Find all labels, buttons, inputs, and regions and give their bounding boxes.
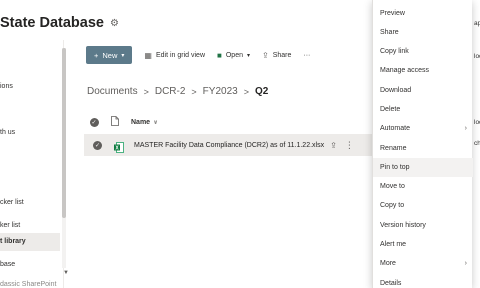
breadcrumb-item[interactable]: Documents: [87, 86, 138, 97]
menu-item-automate-label: Automate: [380, 125, 410, 132]
table-row[interactable]: ✓ X MASTER Facility Data Compliance (DCR…: [84, 134, 384, 156]
plus-icon: +: [94, 50, 99, 60]
breadcrumb: Documents > DCR-2 > FY2023 > Q2: [87, 86, 268, 97]
row-selected-checkbox[interactable]: ✓: [93, 140, 102, 150]
nav-item[interactable]: cker list: [0, 194, 60, 212]
menu-item-version-history[interactable]: Version history: [373, 216, 473, 235]
menu-item-pin-to-top[interactable]: Pin to top: [373, 158, 473, 177]
menu-item-copy-to[interactable]: Copy to: [373, 196, 473, 215]
cut-off-text: loc: [474, 53, 480, 60]
table-header: ✓ Name ∨: [87, 114, 387, 130]
menu-item-download[interactable]: Download: [373, 81, 473, 100]
scroll-down-icon[interactable]: ▼: [63, 270, 69, 276]
more-commands-button[interactable]: ···: [303, 52, 310, 59]
chevron-down-icon: ∨: [153, 119, 158, 126]
site-settings-icon[interactable]: ⚙: [110, 18, 119, 29]
menu-item-delete[interactable]: Delete: [373, 100, 473, 119]
more-icon: ···: [303, 51, 311, 59]
nav-item[interactable]: base: [0, 256, 60, 274]
open-label: Open: [225, 51, 243, 59]
more-vertical-icon[interactable]: ⋮: [345, 140, 354, 151]
cut-off-text: ch: [474, 140, 480, 147]
menu-item-rename[interactable]: Rename: [373, 139, 473, 158]
nav-item[interactable]: dassic SharePoint: [0, 276, 60, 288]
new-button-label: New: [102, 50, 118, 60]
command-bar: + New ▾ ▦ Edit in grid view ■ Open ▾ ⇪ S…: [86, 45, 310, 65]
file-name[interactable]: MASTER Facility Data Compliance (DCR2) a…: [134, 142, 324, 149]
menu-item-share[interactable]: Share: [373, 23, 473, 42]
menu-item-more[interactable]: More ›: [373, 254, 473, 273]
chevron-right-icon: ›: [464, 260, 467, 267]
breadcrumb-separator: >: [143, 86, 149, 97]
chevron-down-icon: ▾: [246, 52, 250, 59]
breadcrumb-separator: >: [243, 86, 249, 97]
nav-item[interactable]: ions: [0, 78, 60, 96]
share-icon: ⇪: [262, 50, 269, 60]
edit-grid-button[interactable]: ▦ Edit in grid view: [144, 51, 205, 60]
file-type-header[interactable]: [111, 116, 125, 128]
site-title: State Database ⚙: [0, 12, 119, 34]
share-label: Share: [272, 51, 292, 59]
left-navigation: ions th us cker list ker list t library …: [0, 40, 64, 288]
menu-item-copy-link[interactable]: Copy link: [373, 42, 473, 61]
breadcrumb-item[interactable]: FY2023: [203, 86, 238, 97]
breadcrumb-item[interactable]: DCR-2: [155, 86, 186, 97]
name-column-header[interactable]: Name ∨: [131, 119, 158, 126]
document-icon: [111, 116, 119, 126]
breadcrumb-separator: >: [191, 86, 197, 97]
menu-item-automate[interactable]: Automate ›: [373, 119, 473, 138]
excel-icon: ■: [217, 50, 222, 60]
cut-off-text: loc: [474, 119, 480, 126]
excel-file-icon: X: [114, 140, 124, 153]
nav-scrollbar[interactable]: [62, 48, 66, 268]
select-all-checkbox[interactable]: ✓: [87, 117, 101, 127]
nav-scrollbar-thumb[interactable]: [62, 48, 66, 218]
cut-off-text: ap: [474, 20, 480, 27]
context-menu: Preview Share Copy link Manage access Do…: [372, 0, 473, 288]
edit-grid-label: Edit in grid view: [155, 51, 206, 59]
menu-item-manage-access[interactable]: Manage access: [373, 61, 473, 80]
menu-item-details[interactable]: Details: [373, 274, 473, 288]
share-button[interactable]: ⇪ Share: [262, 51, 291, 60]
name-header-label: Name: [131, 118, 151, 126]
site-title-text[interactable]: State Database: [0, 15, 104, 31]
new-button[interactable]: + New ▾: [86, 46, 133, 64]
breadcrumb-current: Q2: [254, 86, 269, 97]
check-icon: ✓: [89, 117, 99, 127]
nav-item[interactable]: th us: [0, 124, 60, 142]
grid-icon: ▦: [144, 50, 152, 60]
share-row-icon[interactable]: ⇪: [330, 141, 337, 150]
menu-item-preview[interactable]: Preview: [373, 4, 473, 23]
nav-item-selected[interactable]: t library: [0, 233, 60, 251]
open-button[interactable]: ■ Open ▾: [217, 51, 250, 60]
menu-item-alert-me[interactable]: Alert me: [373, 235, 473, 254]
menu-item-move-to[interactable]: Move to: [373, 177, 473, 196]
chevron-down-icon: ▾: [121, 52, 125, 59]
menu-item-more-label: More: [380, 260, 396, 267]
chevron-right-icon: ›: [464, 125, 467, 132]
